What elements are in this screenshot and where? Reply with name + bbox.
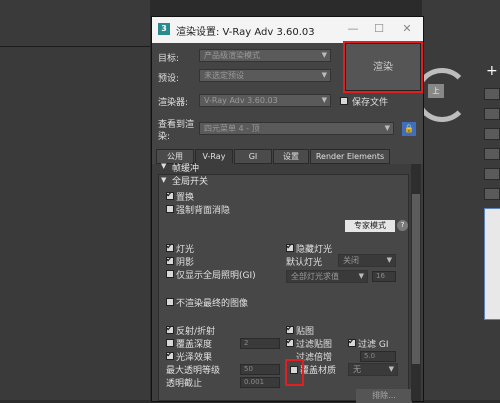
panel-scrollbar[interactable] <box>411 164 421 401</box>
maximize-button[interactable]: ☐ <box>368 21 390 37</box>
panel-button[interactable] <box>484 88 500 100</box>
exclude-button[interactable]: 排除... <box>356 389 412 403</box>
filter-maps-label: 过滤贴图 <box>296 340 333 350</box>
app-icon: 3 <box>158 23 170 35</box>
title-bar[interactable]: 3 渲染设置: V-Ray Adv 3.60.03 — ☐ ✕ <box>152 17 423 43</box>
tab-gi[interactable]: GI <box>234 149 272 164</box>
viewport-left <box>0 0 150 400</box>
target-value: 产品级渲染模式 <box>204 51 260 60</box>
minimize-button[interactable]: — <box>342 21 364 37</box>
chevron-down-icon: ▼ <box>321 71 327 79</box>
override-mtl-dropdown[interactable]: 无 ▼ <box>348 363 398 376</box>
override-depth-spinner[interactable]: 2 <box>240 338 280 349</box>
preset-label: 预设: <box>158 74 180 84</box>
chevron-down-icon: ▼ <box>358 272 364 280</box>
preset-dropdown[interactable]: 未选定预设 ▼ <box>199 69 331 82</box>
glossy-label: 光泽效果 <box>176 353 213 363</box>
max-transp-label: 最大透明等级 <box>166 366 221 376</box>
global-switches-title[interactable]: 全局开关 <box>172 174 208 187</box>
hidden-lights-label: 隐藏灯光 <box>296 245 333 255</box>
no-final-render-checkbox[interactable] <box>166 298 174 306</box>
panel-button[interactable] <box>484 148 500 160</box>
max-transp-spinner[interactable]: 50 <box>240 364 280 375</box>
chevron-down-icon: ▼ <box>388 365 394 373</box>
tab-render-elements[interactable]: Render Elements <box>310 149 390 164</box>
window-title: 渲染设置: V-Ray Adv 3.60.03 <box>176 27 315 38</box>
override-depth-label: 覆盖深度 <box>176 340 213 350</box>
chevron-down-icon: ▼ <box>321 51 327 59</box>
override-mtl-value: 无 <box>353 365 361 374</box>
transp-cutoff-label: 透明截止 <box>166 379 203 389</box>
light-sampling-spinner[interactable]: 16 <box>372 271 396 282</box>
renderer-dropdown[interactable]: V-Ray Adv 3.60.03 ▼ <box>199 94 331 107</box>
override-mtl-label: 覆盖材质 <box>300 366 337 376</box>
view-dropdown[interactable]: 四元菜单 4 - 顶 ▼ <box>199 122 394 135</box>
close-button[interactable]: ✕ <box>396 21 418 37</box>
view-value: 四元菜单 4 - 顶 <box>204 124 260 133</box>
panel-button[interactable] <box>484 168 500 180</box>
default-lights-label: 默认灯光 <box>286 258 323 268</box>
scrollbar-thumb[interactable] <box>412 194 420 364</box>
panel-button[interactable] <box>484 108 500 120</box>
panel-button[interactable] <box>484 128 500 140</box>
filter-gi-checkbox[interactable] <box>348 337 356 347</box>
rollout-expand-icon[interactable]: ▼ <box>161 162 166 170</box>
displacement-checkbox[interactable] <box>166 190 174 200</box>
reflection-label: 反射/折射 <box>176 327 216 337</box>
max-ray-spinner[interactable]: 5.0 <box>360 351 396 362</box>
viewcube-face[interactable]: 上 <box>428 84 444 98</box>
maps-label: 贴图 <box>296 327 315 337</box>
expert-mode-button[interactable]: 专家模式 <box>345 220 395 232</box>
render-highlight <box>343 41 423 93</box>
target-dropdown[interactable]: 产品级渲染模式 ▼ <box>199 49 331 62</box>
override-mtl-highlight <box>285 359 304 386</box>
chevron-down-icon: ▼ <box>321 96 327 104</box>
filter-gi-label: 过滤 GI <box>358 340 389 350</box>
shadows-label: 阴影 <box>176 258 195 268</box>
filter-maps-checkbox[interactable] <box>286 337 294 347</box>
gi-only-checkbox[interactable] <box>166 270 174 278</box>
vray-panel: ▼ 帧缓冲 ▼ 全局开关 置换 强制背面消隐 灯光 隐藏灯光 阴影 默认灯光 关… <box>152 161 423 401</box>
displacement-label: 置换 <box>176 193 195 203</box>
view-label-line2: 染: <box>158 132 171 142</box>
default-lights-dropdown[interactable]: 关闭 ▼ <box>338 254 396 267</box>
renderer-label: 渲染器: <box>158 98 189 108</box>
maps-checkbox[interactable] <box>286 324 294 334</box>
light-sampling-value: 全部灯光求值 <box>291 272 339 281</box>
plus-icon[interactable]: + <box>486 64 500 78</box>
shadows-checkbox[interactable] <box>166 255 174 265</box>
object-list[interactable] <box>484 208 500 320</box>
lock-icon[interactable]: 🔒 <box>402 122 416 136</box>
panel-button[interactable] <box>484 188 500 200</box>
viewport-divider <box>0 46 150 47</box>
back-culling-checkbox[interactable] <box>166 205 174 213</box>
rollout-frame-buffer[interactable]: 帧缓冲 <box>172 161 199 174</box>
save-file-checkbox[interactable] <box>340 97 348 105</box>
hidden-lights-checkbox[interactable] <box>286 242 294 252</box>
override-depth-checkbox[interactable] <box>166 339 174 347</box>
transp-cutoff-spinner[interactable]: 0.001 <box>240 377 280 388</box>
target-label: 目标: <box>158 54 180 64</box>
glossy-checkbox[interactable] <box>166 350 174 360</box>
tab-vray[interactable]: V-Ray <box>195 149 233 164</box>
lights-label: 灯光 <box>176 245 195 255</box>
rollout-collapse-icon[interactable]: ▼ <box>161 176 166 184</box>
gi-only-label: 仅显示全局照明(GI) <box>176 271 256 281</box>
default-lights-value: 关闭 <box>343 256 359 265</box>
chevron-down-icon: ▼ <box>386 256 392 264</box>
command-panel: + <box>422 0 500 400</box>
no-final-render-label: 不渲染最终的图像 <box>176 299 249 309</box>
reflection-checkbox[interactable] <box>166 324 174 334</box>
save-file-label: 保存文件 <box>352 98 389 108</box>
light-sampling-dropdown[interactable]: 全部灯光求值 ▼ <box>286 270 368 283</box>
renderer-value: V-Ray Adv 3.60.03 <box>204 96 278 105</box>
tab-settings[interactable]: 设置 <box>273 149 309 164</box>
preset-value: 未选定预设 <box>204 71 244 80</box>
lights-checkbox[interactable] <box>166 242 174 252</box>
render-settings-window: 3 渲染设置: V-Ray Adv 3.60.03 — ☐ ✕ 目标: 产品级渲… <box>151 16 424 403</box>
help-icon[interactable]: ? <box>397 220 408 231</box>
chevron-down-icon: ▼ <box>384 124 390 132</box>
back-culling-label: 强制背面消隐 <box>176 206 231 216</box>
